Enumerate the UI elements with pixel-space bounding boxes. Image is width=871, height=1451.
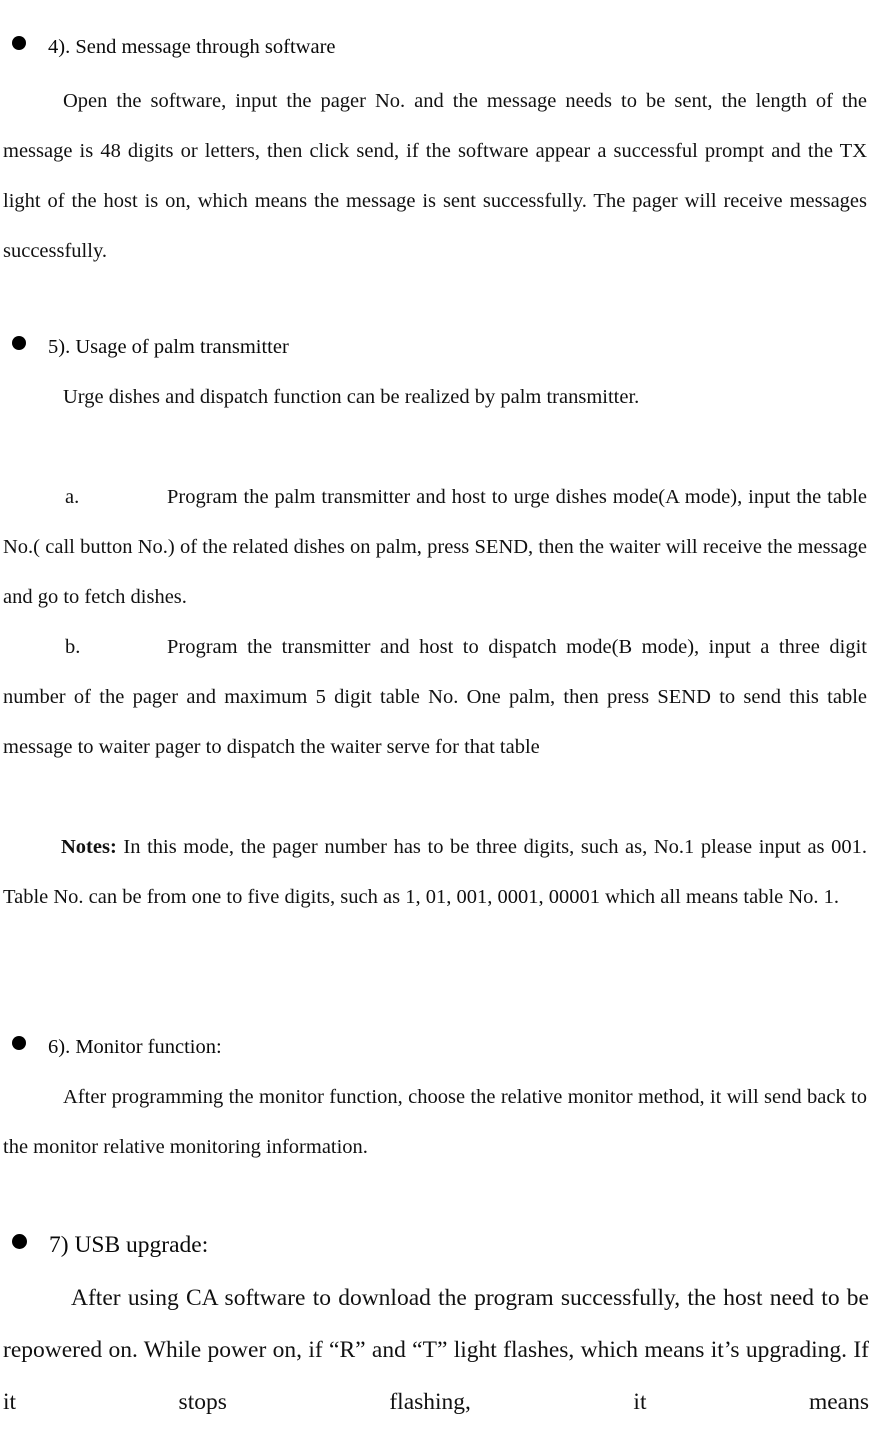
sub-item-b: b. Program the transmitter and host to di… — [3, 622, 867, 772]
bullet-dot-icon — [12, 36, 26, 50]
section-heading-label: 5). Usage of palm transmitter — [48, 336, 289, 358]
notes-label: Notes: — [61, 836, 117, 858]
section-body-palm-transmitter: Urge dishes and dispatch function can be… — [63, 386, 640, 408]
section-heading-monitor-function: 6). Monitor function: — [3, 1022, 867, 1072]
bullet-dot-icon — [12, 1036, 26, 1050]
sub-item-a: a. Program the palm transmitter and host … — [3, 472, 867, 622]
section-body-usb-upgrade: After using CA software to download the … — [3, 1285, 869, 1415]
section-heading-send-message-software: 4). Send message through software — [3, 22, 867, 72]
notes-paragraph: Notes: In this mode, the pager number ha… — [3, 822, 867, 922]
bullet-dot-icon — [12, 336, 26, 350]
section-heading-palm-transmitter: 5). Usage of palm transmitter — [3, 322, 867, 372]
sub-item-a-label: a. — [65, 486, 80, 508]
notes-body: In this mode, the pager number has to be… — [3, 836, 868, 908]
bullet-dot-icon — [12, 1234, 27, 1249]
sub-item-b-label: b. — [65, 636, 81, 658]
document-page: 4). Send message through software Open t… — [0, 0, 871, 1451]
section-heading-label: 6). Monitor function: — [48, 1036, 222, 1058]
section-heading-label: 7) USB upgrade: — [49, 1232, 209, 1258]
section-heading-usb-upgrade: 7) USB upgrade: — [3, 1220, 867, 1270]
section-body-send-message-software: Open the software, input the pager No. a… — [3, 90, 867, 262]
section-heading-label: 4). Send message through software — [48, 36, 336, 58]
section-body-monitor-function: After programming the monitor function, … — [3, 1086, 867, 1158]
